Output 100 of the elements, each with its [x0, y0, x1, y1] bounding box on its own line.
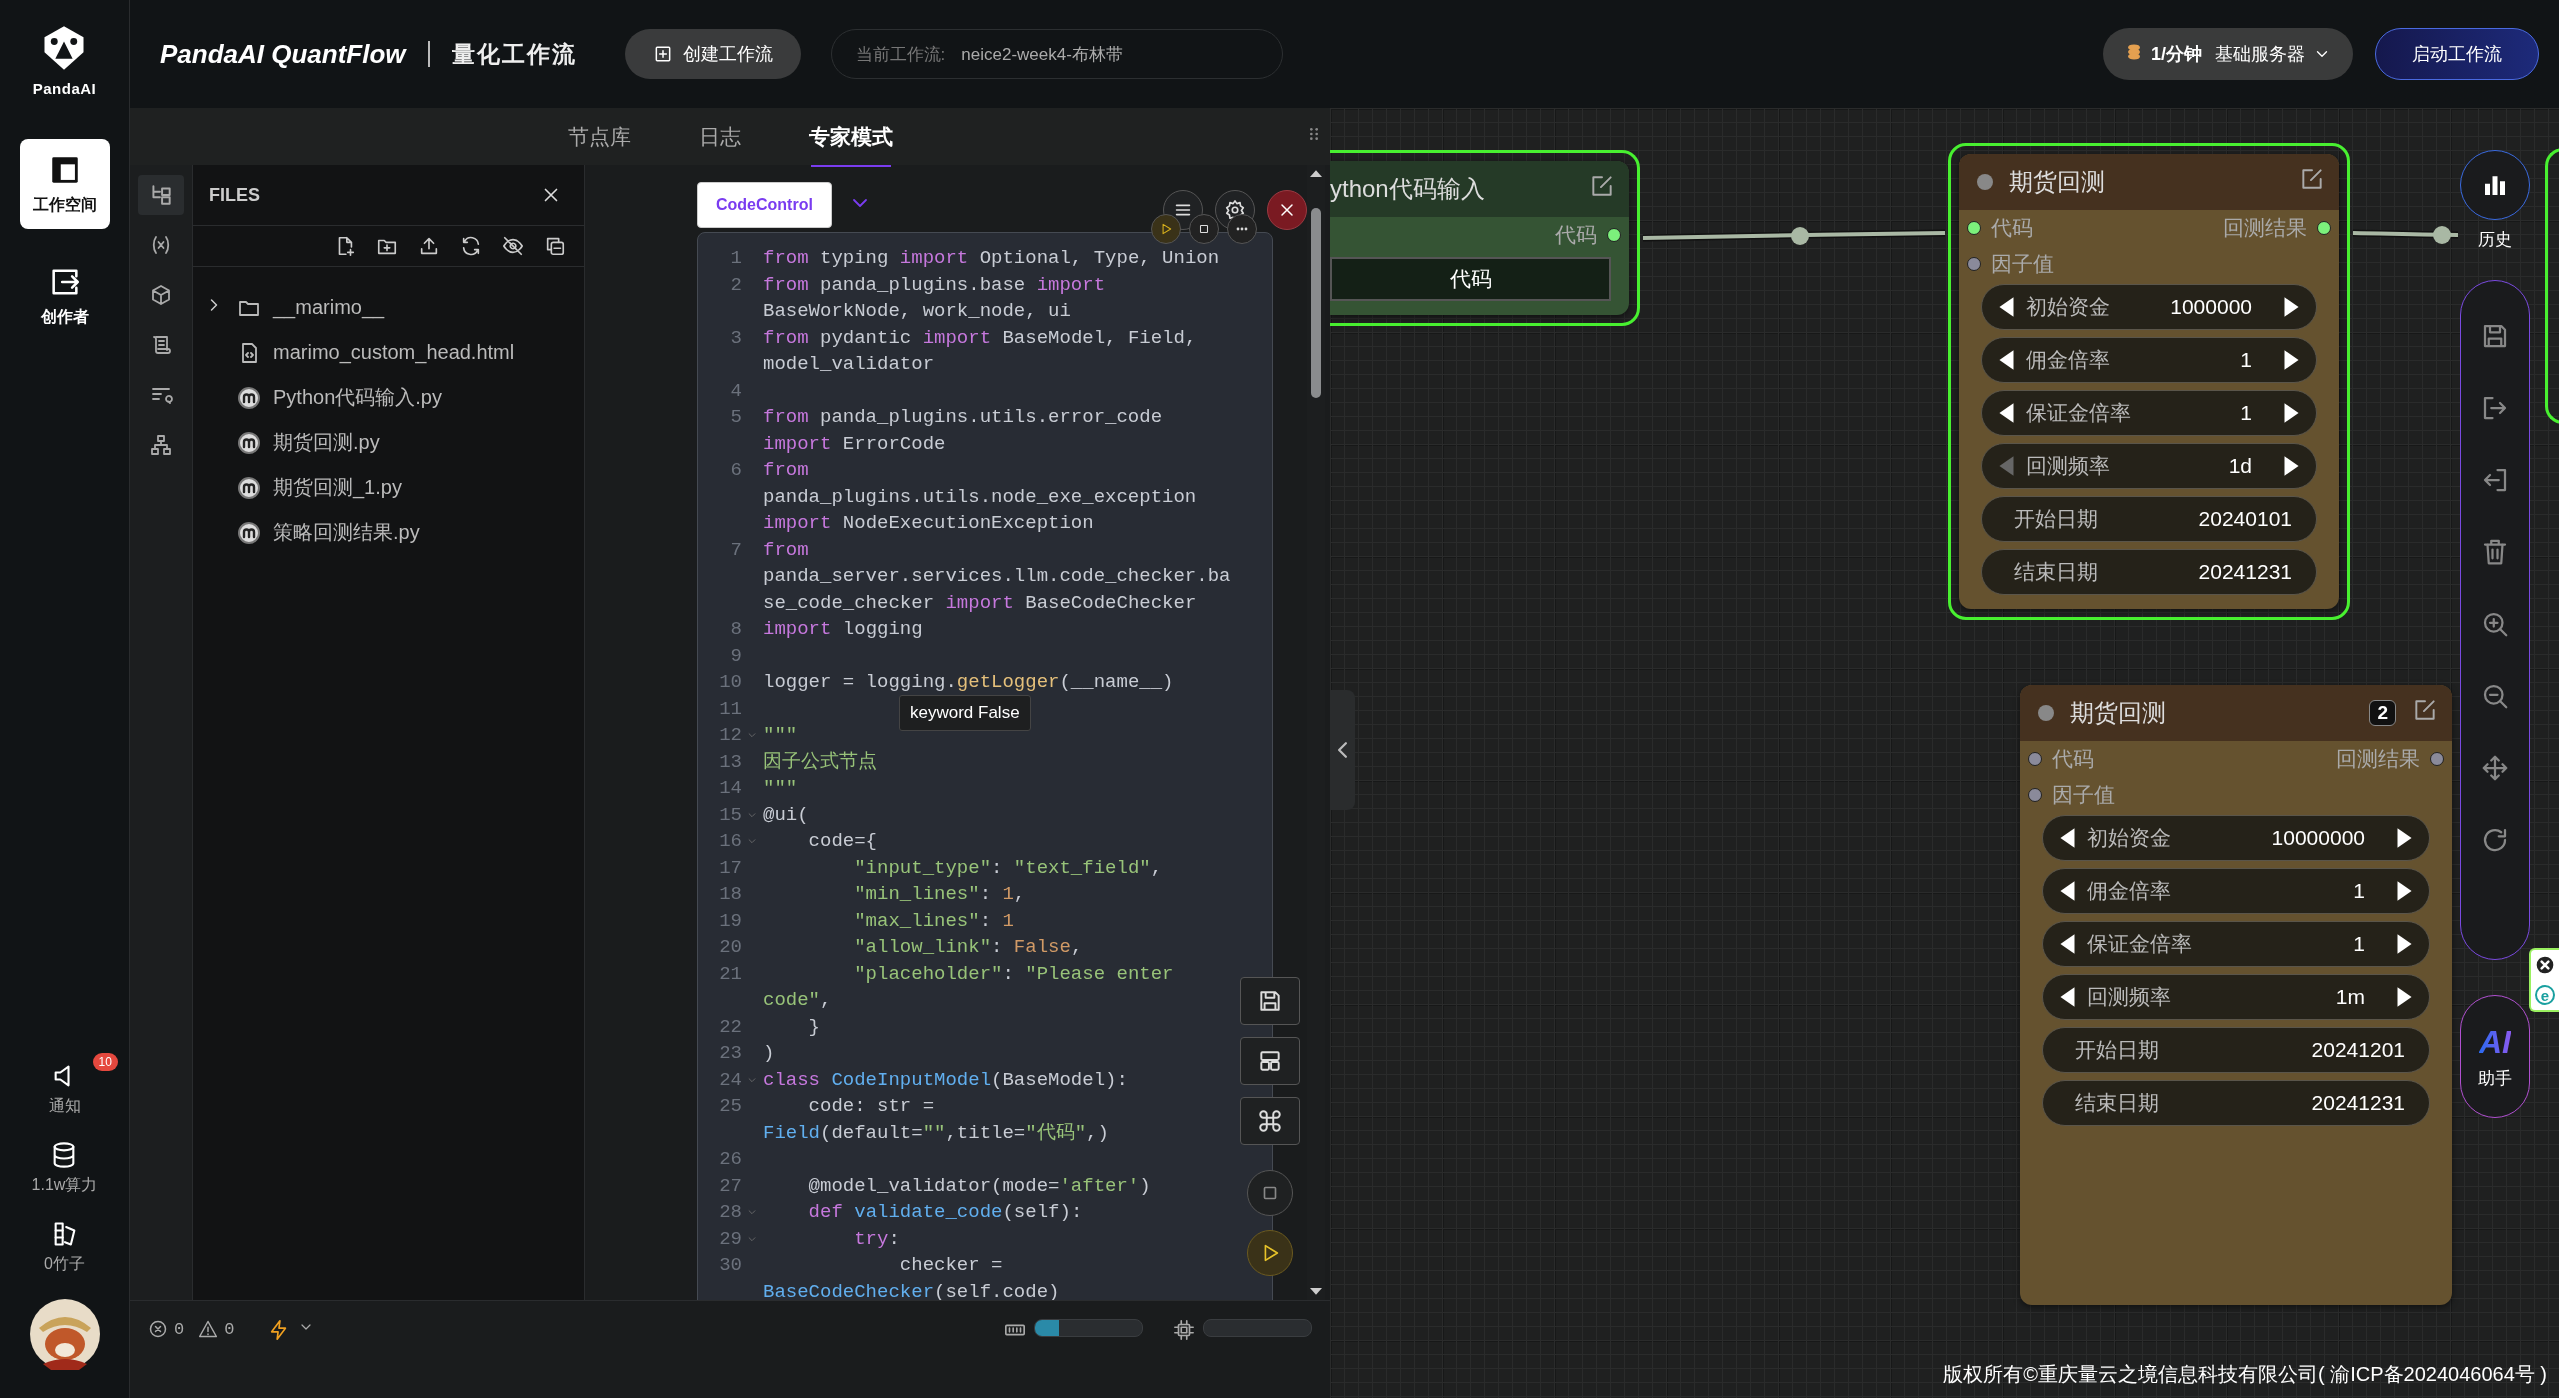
notification-badge: 10: [92, 1053, 118, 1071]
port-dot[interactable]: [2430, 752, 2444, 766]
move-button[interactable]: [2480, 753, 2510, 783]
code-line: class CodeInputModel(BaseModel):: [762, 1067, 1129, 1093]
param-value: 20241201: [2311, 1038, 2405, 1062]
panel-tab[interactable]: 日志: [664, 108, 775, 165]
connection-line[interactable]: [2352, 226, 2458, 244]
avatar[interactable]: [28, 1298, 101, 1370]
command-button[interactable]: [1240, 1097, 1300, 1145]
port-dot[interactable]: [2028, 788, 2042, 802]
port-label: 回测结果: [2336, 746, 2420, 772]
line-number: 22: [718, 1014, 742, 1040]
line-number: 4: [729, 378, 742, 404]
node-title: ython代码输入: [1330, 174, 1486, 204]
edit-icon[interactable]: [2412, 697, 2438, 723]
layout-button[interactable]: [1240, 1037, 1300, 1085]
m-logo-icon: [237, 475, 261, 500]
refresh-icon[interactable]: [460, 235, 482, 257]
code-line: @ui(: [762, 802, 810, 828]
file-item[interactable]: 期货回测.py: [193, 420, 584, 465]
node-card[interactable]: 期货回测 2 代码 回测结果 因子值 初始资金 10000000 佣金倍率 1 保证金倍率 1 回测频率 1m 开始日期 20241201 结束日期 20241231: [2020, 685, 2452, 1305]
port-dot[interactable]: [2317, 221, 2331, 235]
panel-tab[interactable]: 专家模式: [774, 108, 927, 165]
save-icon: [1257, 988, 1283, 1014]
number-stepper[interactable]: 保证金倍率 1: [2042, 921, 2430, 967]
file-item[interactable]: 期货回测_1.py: [193, 465, 584, 510]
move-icon: [2480, 753, 2510, 783]
file-item[interactable]: Python代码输入.py: [193, 375, 584, 420]
warning-icon: [198, 1319, 219, 1339]
hierarchy-icon: [149, 433, 173, 457]
code-field[interactable]: 代码: [1330, 257, 1611, 301]
server-dropdown[interactable]: 1/分钟 基础服务器: [2102, 28, 2353, 80]
code-line: from typing import Optional, Type, Union: [762, 246, 1221, 271]
nav-item[interactable]: 0竹子: [38, 1219, 91, 1276]
port-dot[interactable]: [1967, 221, 1981, 235]
scroll-thumb[interactable]: [1311, 208, 1321, 398]
code-line: "allow_link": False,: [853, 935, 1084, 960]
code-line: import logging: [762, 617, 924, 642]
param-value: 20240101: [2198, 507, 2292, 531]
port-dot[interactable]: [2028, 752, 2042, 766]
date-field[interactable]: 开始日期 20240101: [1981, 496, 2317, 542]
number-stepper[interactable]: 初始资金 1000000: [1981, 284, 2317, 330]
date-field[interactable]: 结束日期 20241231: [2042, 1080, 2430, 1126]
file-item[interactable]: 策略回测结果.py: [193, 510, 584, 555]
number-stepper[interactable]: 佣金倍率 1: [2042, 868, 2430, 914]
error-count: 0: [174, 1319, 185, 1339]
port-label: 代码: [1555, 222, 1597, 248]
code-line: """: [762, 776, 799, 801]
param-value: 1: [2353, 879, 2365, 903]
collapse-all-icon[interactable]: [544, 235, 566, 257]
code-line: from panda_plugins.utils.node_exe_exception import NodeExecutionException: [762, 458, 1198, 536]
param-value: 20241231: [2198, 560, 2292, 584]
file-item[interactable]: __marimo__: [193, 285, 584, 330]
nav-item[interactable]: 工作空间: [19, 139, 110, 229]
close-icon[interactable]: [2535, 955, 2555, 975]
number-stepper[interactable]: 佣金倍率 1: [1981, 337, 2317, 383]
edit-icon[interactable]: [2299, 166, 2325, 192]
node-card[interactable]: ython代码输入 代码 代码: [1330, 161, 1629, 315]
node-card[interactable]: 期货回测 代码 回测结果 因子值 初始资金 1000000 佣金倍率 1 保证金倍率 1 回测频率 1d 开始日期 20240101 结束日期 20241231: [1959, 154, 2339, 609]
cell-type-button[interactable]: CodeControl: [697, 182, 832, 228]
line-number: 15: [718, 802, 742, 828]
line-number: 10: [718, 670, 742, 695]
create-workflow-button[interactable]: 创建工作流: [624, 29, 801, 79]
code-line: code={: [807, 829, 879, 854]
file-tree-tab[interactable]: [138, 175, 184, 215]
file-item[interactable]: marimo_custom_head.html: [193, 330, 584, 375]
edit-icon[interactable]: [1589, 173, 1615, 199]
hide-icon[interactable]: [502, 235, 524, 257]
line-number: 17: [718, 855, 742, 881]
date-field[interactable]: 开始日期 20241201: [2042, 1027, 2430, 1073]
close-button[interactable]: [1267, 190, 1307, 230]
number-stepper[interactable]: 保证金倍率 1: [1981, 390, 2317, 436]
upload-icon[interactable]: [418, 235, 440, 257]
save-button[interactable]: [1240, 977, 1300, 1025]
line-number: 11: [718, 696, 742, 722]
connection-line[interactable]: [1642, 227, 1946, 245]
number-stepper[interactable]: 回测频率 1m: [2042, 974, 2430, 1020]
nav-item[interactable]: 创作者: [19, 251, 110, 341]
port-label: 因子值: [1991, 251, 2054, 277]
code-line: """: [762, 723, 799, 748]
warning-count: 0: [224, 1319, 235, 1339]
line-number: 29: [718, 1226, 742, 1252]
port-dot[interactable]: [1967, 257, 1981, 271]
line-number: 13: [718, 749, 742, 775]
param-label: 开始日期: [2075, 1037, 2160, 1063]
param-value: 1d: [2228, 454, 2252, 478]
line-number: 1: [729, 246, 742, 271]
port-label: 回测结果: [2223, 215, 2307, 241]
date-field[interactable]: 结束日期 20241231: [1981, 549, 2317, 595]
number-stepper[interactable]: 初始资金 10000000: [2042, 815, 2430, 861]
start-workflow-button[interactable]: 启动工作流: [2375, 28, 2539, 80]
code-line: ): [762, 1041, 776, 1066]
port-dot[interactable]: [1607, 228, 1621, 242]
code-line: from pydantic import BaseModel, Field, model_validator: [762, 325, 1198, 377]
ai-assistant-button[interactable]: AI 助手: [2460, 995, 2530, 1118]
nav-item[interactable]: 1.1w算力: [25, 1140, 104, 1197]
panel-tab[interactable]: 节点库: [533, 108, 665, 165]
number-stepper[interactable]: 回测频率 1d: [1981, 443, 2317, 489]
count-badge: 2: [2369, 700, 2396, 726]
param-label: 初始资金: [2087, 825, 2172, 851]
